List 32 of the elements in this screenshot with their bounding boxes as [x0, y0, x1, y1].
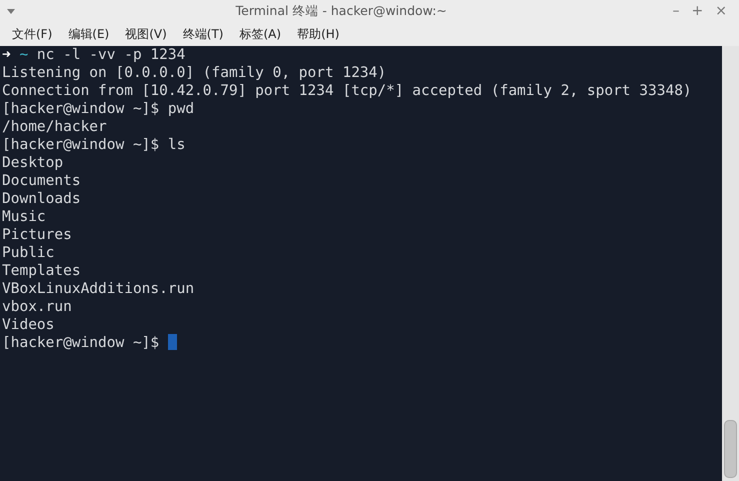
menu-item[interactable]: 帮助(H): [289, 23, 348, 45]
scrollbar-thumb[interactable]: [724, 420, 737, 478]
terminal-line: Documents: [2, 172, 81, 190]
menu-item[interactable]: 终端(T): [174, 23, 232, 45]
terminal-line: Videos: [2, 316, 54, 334]
maximize-button[interactable]: +: [686, 4, 710, 18]
terminal-line: Pictures: [2, 226, 72, 244]
window-title: Terminal 终端 - hacker@window:~: [234, 2, 448, 20]
terminal-prompt: [hacker@window ~]$: [2, 335, 160, 351]
close-button[interactable]: ×: [709, 4, 733, 18]
terminal-line: Public: [2, 244, 54, 262]
terminal-line: Templates: [2, 262, 81, 280]
terminal-line: Downloads: [2, 190, 81, 208]
menu-item[interactable]: 编辑(E): [60, 23, 118, 45]
terminal-line: Listening on [0.0.0.0] (family 0, port 1234): [2, 64, 386, 82]
prompt-arrow: ➜: [2, 47, 11, 63]
terminal-line: VBoxLinuxAdditions.run: [2, 280, 194, 298]
terminal-line: Connection from [10.42.0.79] port 1234 [tcp/*] accepted (family 2, sport 33348): [2, 82, 692, 100]
terminal-line: vbox.run: [2, 298, 72, 316]
menu-item[interactable]: 文件(F): [4, 23, 60, 45]
terminal-line: [hacker@window ~]$ pwd: [2, 100, 194, 118]
menu-item[interactable]: 视图(V): [117, 23, 175, 45]
menu-caret-icon[interactable]: [6, 8, 16, 14]
terminal-command: nc -l -vv -p 1234: [36, 47, 186, 63]
terminal-line: Music: [2, 208, 46, 226]
terminal-line: Desktop: [2, 154, 64, 172]
minimize-button[interactable]: –: [666, 4, 686, 18]
prompt-directory: ~: [18, 47, 28, 63]
scrollbar[interactable]: [722, 46, 739, 481]
menu-item[interactable]: 标签(A): [232, 23, 290, 45]
terminal-line: [hacker@window ~]$ ls: [2, 136, 186, 154]
terminal-line: /home/hacker: [2, 118, 107, 136]
